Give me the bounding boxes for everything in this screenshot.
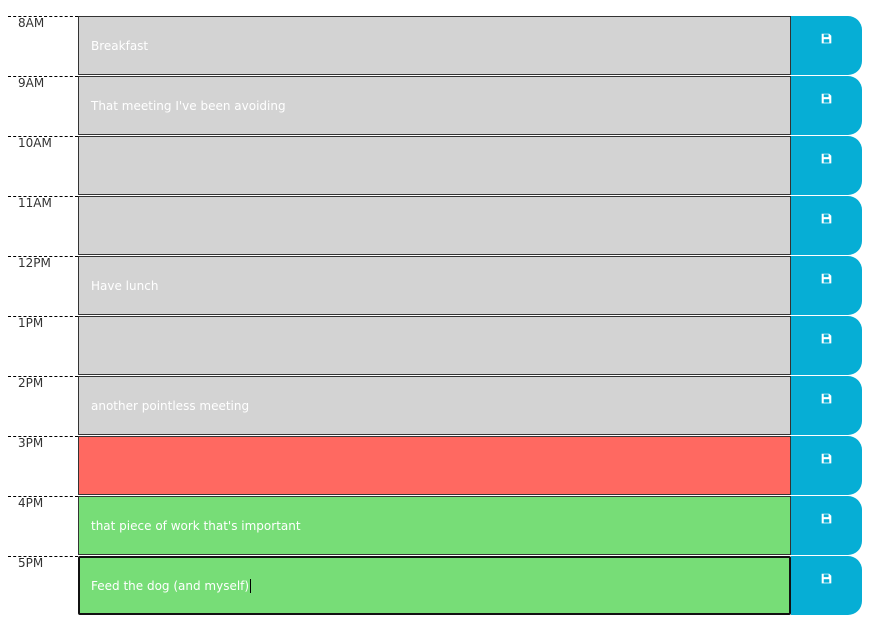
hour-label-cell: 12PM [8, 256, 78, 315]
save-button[interactable] [791, 196, 862, 255]
save-button[interactable] [791, 556, 862, 615]
save-button[interactable] [791, 376, 862, 435]
hour-label: 4PM [18, 496, 44, 510]
hour-label: 3PM [18, 436, 44, 450]
event-description-input[interactable]: that piece of work that's important [78, 496, 791, 555]
hour-label: 12PM [18, 256, 51, 270]
hour-label: 2PM [18, 376, 44, 390]
time-block-row: 11AM [8, 196, 862, 256]
save-button[interactable] [791, 436, 862, 495]
hour-label: 5PM [18, 556, 44, 570]
time-block-row: 10AM [8, 136, 862, 196]
hour-label: 1PM [18, 316, 44, 330]
floppy-disk-icon [821, 453, 832, 464]
hour-label: 10AM [18, 136, 52, 150]
floppy-disk-icon [821, 573, 832, 584]
hour-label-cell: 10AM [8, 136, 78, 195]
hour-label-cell: 11AM [8, 196, 78, 255]
floppy-disk-icon [821, 153, 832, 164]
floppy-disk-icon [821, 93, 832, 104]
time-block-row: 4PM that piece of work that's important [8, 496, 862, 556]
hour-label: 9AM [18, 76, 45, 90]
hour-label-cell: 5PM [8, 556, 78, 615]
event-description-input[interactable] [78, 316, 791, 375]
save-button[interactable] [791, 76, 862, 135]
hour-label-cell: 3PM [8, 436, 78, 495]
text-cursor [250, 578, 252, 593]
floppy-disk-icon [821, 333, 832, 344]
hour-label: 11AM [18, 196, 52, 210]
hour-label-cell: 4PM [8, 496, 78, 555]
event-description-input-focused[interactable]: Feed the dog (and myself) [78, 556, 791, 615]
time-block-row: 2PM another pointless meeting [8, 376, 862, 436]
time-block-row: 8AM Breakfast [8, 16, 862, 76]
event-description-input[interactable] [78, 196, 791, 255]
time-block-row: 5PM Feed the dog (and myself) [8, 556, 862, 616]
event-description-text: Feed the dog (and myself) [91, 578, 250, 593]
time-block-row: 1PM [8, 316, 862, 376]
floppy-disk-icon [821, 273, 832, 284]
event-description-input[interactable]: Breakfast [78, 16, 791, 75]
time-block-planner: 8AM Breakfast 9AM That meeting I've been… [8, 16, 862, 616]
floppy-disk-icon [821, 213, 832, 224]
hour-label-cell: 9AM [8, 76, 78, 135]
floppy-disk-icon [821, 393, 832, 404]
time-block-row: 12PM Have lunch [8, 256, 862, 316]
hour-label-cell: 8AM [8, 16, 78, 75]
save-button[interactable] [791, 136, 862, 195]
save-button[interactable] [791, 256, 862, 315]
event-description-input[interactable]: Have lunch [78, 256, 791, 315]
event-description-input[interactable] [78, 436, 791, 495]
time-block-row: 3PM [8, 436, 862, 496]
event-description-input[interactable] [78, 136, 791, 195]
hour-label-cell: 2PM [8, 376, 78, 435]
event-description-input[interactable]: another pointless meeting [78, 376, 791, 435]
floppy-disk-icon [821, 513, 832, 524]
hour-label-cell: 1PM [8, 316, 78, 375]
time-block-row: 9AM That meeting I've been avoiding [8, 76, 862, 136]
floppy-disk-icon [821, 33, 832, 44]
hour-label: 8AM [18, 16, 45, 30]
save-button[interactable] [791, 16, 862, 75]
save-button[interactable] [791, 316, 862, 375]
save-button[interactable] [791, 496, 862, 555]
event-description-input[interactable]: That meeting I've been avoiding [78, 76, 791, 135]
